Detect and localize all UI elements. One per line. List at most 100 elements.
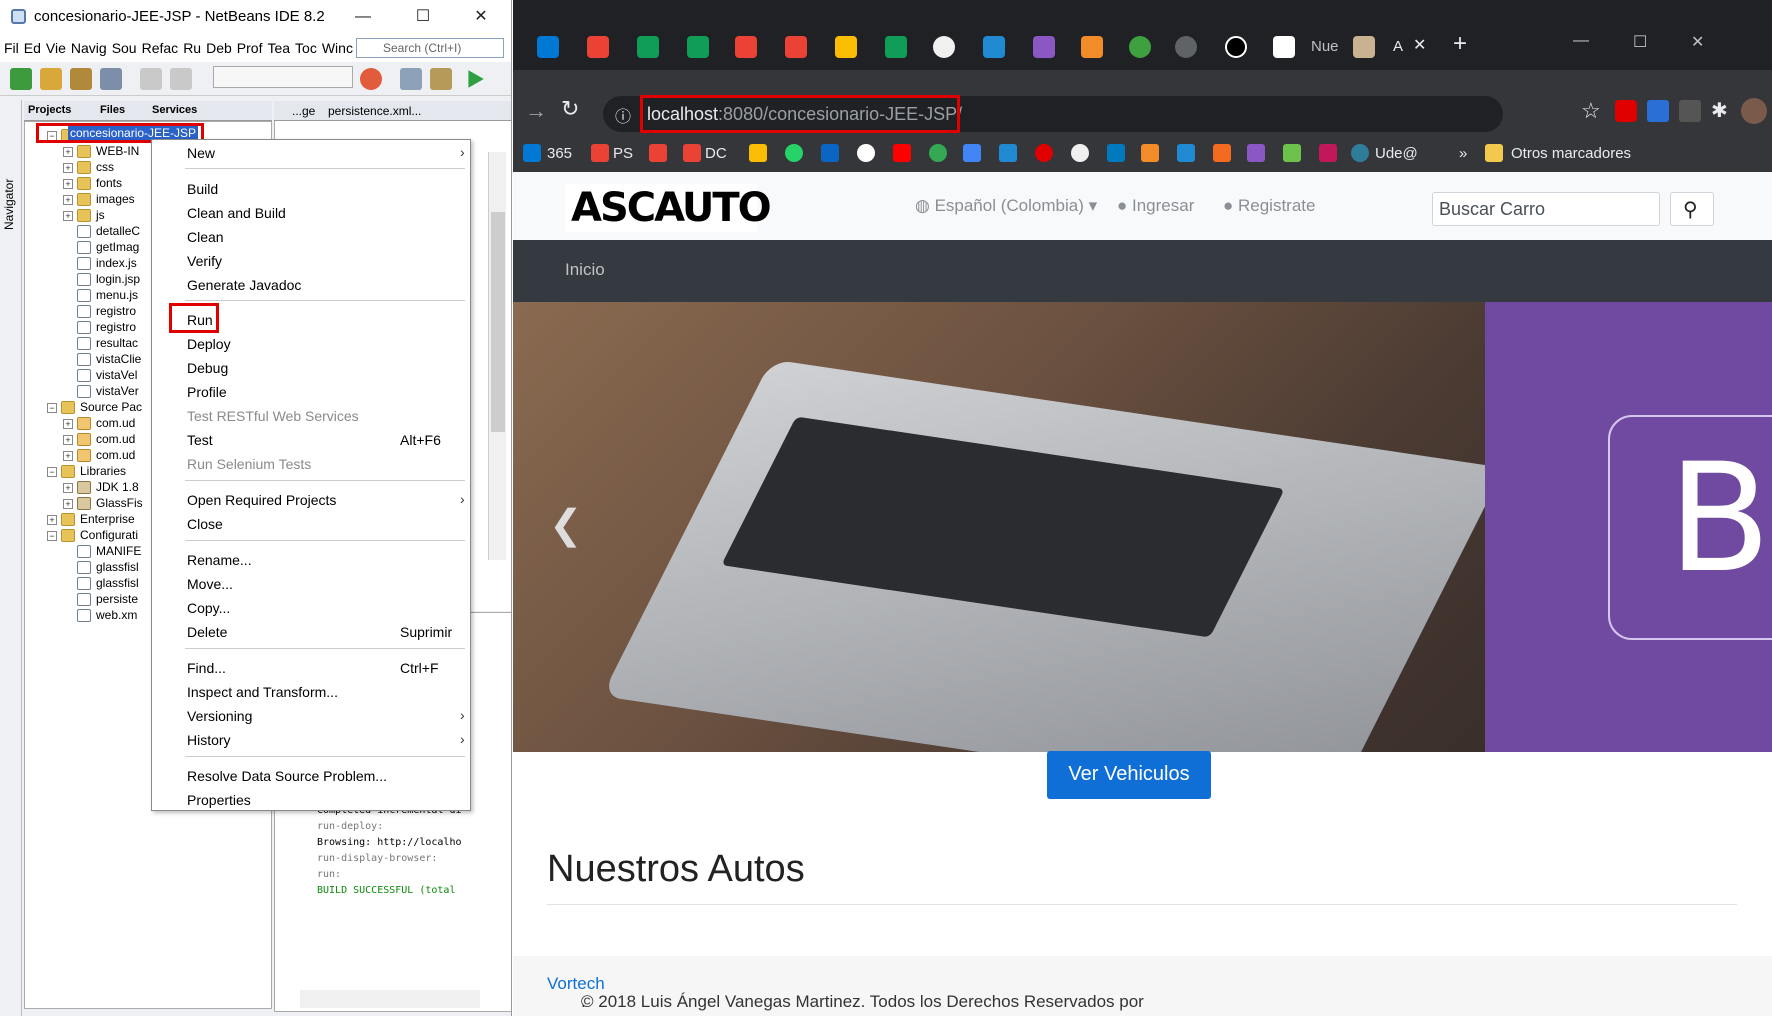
- nav-inicio[interactable]: Inicio: [565, 260, 605, 280]
- extension-selenium-icon[interactable]: [1679, 100, 1701, 122]
- menu-item[interactable]: Navig: [71, 40, 107, 56]
- tab-gmail-icon[interactable]: [587, 36, 609, 58]
- menu-item[interactable]: Prof: [237, 40, 263, 56]
- expand-icon[interactable]: +: [63, 418, 73, 429]
- menu-open-required[interactable]: Open Required Projects: [187, 488, 336, 512]
- menu-item[interactable]: Ru: [183, 40, 201, 56]
- tab-sheets-icon[interactable]: [885, 36, 907, 58]
- expand-icon[interactable]: −: [47, 530, 57, 541]
- new-tab-icon[interactable]: +: [1453, 30, 1467, 58]
- menu-clean[interactable]: Clean: [187, 225, 224, 249]
- undo-icon[interactable]: [140, 68, 162, 90]
- menu-clean-build[interactable]: Clean and Build: [187, 201, 286, 225]
- tab-gmail-icon[interactable]: [785, 36, 807, 58]
- expand-icon[interactable]: −: [47, 402, 57, 413]
- bookmark-php-icon[interactable]: [1213, 144, 1231, 162]
- bookmark-drive-icon[interactable]: [749, 144, 767, 162]
- bookmark-devops-icon[interactable]: [1177, 144, 1195, 162]
- menu-verify[interactable]: Verify: [187, 249, 222, 273]
- bookmark-pink-icon[interactable]: [1319, 144, 1337, 162]
- extensions-puzzle-icon[interactable]: ✱: [1711, 98, 1728, 123]
- extension-ui-icon[interactable]: [1647, 100, 1669, 122]
- expand-icon[interactable]: +: [63, 210, 73, 221]
- bookmark-gmail-icon[interactable]: [591, 144, 609, 162]
- profile-avatar[interactable]: [1741, 98, 1767, 124]
- menu-properties[interactable]: Properties: [187, 788, 251, 812]
- menu-rename[interactable]: Rename...: [187, 548, 252, 572]
- menu-item[interactable]: Sou: [112, 40, 137, 56]
- tab-app-icon[interactable]: [1273, 36, 1295, 58]
- expand-icon[interactable]: +: [47, 514, 57, 525]
- editor-scrollbar[interactable]: [488, 152, 506, 560]
- expand-icon[interactable]: −: [47, 466, 57, 477]
- run-project-icon[interactable]: [468, 70, 484, 88]
- language-dropdown[interactable]: ◍ Español (Colombia) ▾: [915, 196, 1097, 216]
- bookmark-green-icon[interactable]: [1283, 144, 1301, 162]
- expand-icon[interactable]: +: [63, 434, 73, 445]
- car-search-input[interactable]: Buscar Carro: [1432, 192, 1660, 226]
- menu-move[interactable]: Move...: [187, 572, 233, 596]
- close-button[interactable]: ✕: [456, 0, 506, 34]
- menu-build[interactable]: Build: [187, 177, 218, 201]
- bookmark-youtube-icon[interactable]: [893, 144, 911, 162]
- close-window-icon[interactable]: ✕: [1691, 32, 1704, 52]
- menu-debug[interactable]: Debug: [187, 356, 228, 380]
- clean-build-icon[interactable]: [430, 68, 452, 90]
- tab-services[interactable]: Services: [152, 104, 197, 116]
- expand-icon[interactable]: +: [63, 162, 73, 173]
- tab-title-nuev[interactable]: Nue: [1311, 38, 1339, 55]
- bookmark-google-icon[interactable]: [857, 144, 875, 162]
- expand-icon[interactable]: +: [63, 194, 73, 205]
- tab-dark-icon[interactable]: [1225, 36, 1247, 58]
- tab-gmail-icon[interactable]: [735, 36, 757, 58]
- tab-image-icon[interactable]: [1353, 36, 1375, 58]
- menu-profile[interactable]: Profile: [187, 380, 227, 404]
- editor-tab-persistence[interactable]: persistence.xml...: [328, 104, 421, 118]
- menu-new[interactable]: New: [187, 141, 215, 165]
- save-all-icon[interactable]: [100, 68, 122, 90]
- bookmarks-overflow[interactable]: »: [1459, 145, 1467, 162]
- bookmark-github-icon[interactable]: [1071, 144, 1089, 162]
- tab-github-icon[interactable]: [933, 36, 955, 58]
- configuration-select[interactable]: [213, 66, 353, 88]
- maximize-icon[interactable]: ☐: [1633, 32, 1647, 52]
- reload-icon[interactable]: ↻: [561, 96, 579, 122]
- tab-azure-icon[interactable]: [983, 36, 1005, 58]
- bookmark-whatsapp-icon[interactable]: [785, 144, 803, 162]
- bookmark-red-icon[interactable]: [1035, 144, 1053, 162]
- menu-deploy[interactable]: Deploy: [187, 332, 231, 356]
- menu-inspect[interactable]: Inspect and Transform...: [187, 680, 338, 704]
- bookmark-heroku-icon[interactable]: [1247, 144, 1265, 162]
- menu-resolve-datasource[interactable]: Resolve Data Source Problem...: [187, 764, 387, 788]
- bookmark-maps-icon[interactable]: [929, 144, 947, 162]
- bookmark-trello-icon[interactable]: [1107, 144, 1125, 162]
- expand-icon[interactable]: +: [63, 146, 73, 157]
- bookmark-package-icon[interactable]: [1141, 144, 1159, 162]
- expand-icon[interactable]: +: [63, 178, 73, 189]
- bookmark-gmail-icon[interactable]: [683, 144, 701, 162]
- bookmark-otros-marcadores[interactable]: Otros marcadores: [1511, 145, 1631, 162]
- minimize-button[interactable]: —: [338, 0, 388, 34]
- tab-files[interactable]: Files: [100, 104, 125, 116]
- footer-vortech-link[interactable]: Vortech: [547, 974, 605, 993]
- ver-vehiculos-button[interactable]: Ver Vehiculos: [1047, 751, 1211, 799]
- tab-drive-icon[interactable]: [835, 36, 857, 58]
- menu-versioning[interactable]: Versioning: [187, 704, 252, 728]
- forward-icon[interactable]: →: [525, 98, 547, 124]
- menu-test[interactable]: Test: [187, 428, 213, 452]
- menu-item[interactable]: Toc: [295, 40, 317, 56]
- tab-title-active[interactable]: A: [1393, 38, 1403, 55]
- output-horizontal-scrollbar[interactable]: [300, 990, 480, 1008]
- menu-close[interactable]: Close: [187, 512, 223, 536]
- menu-copy[interactable]: Copy...: [187, 596, 230, 620]
- menu-item[interactable]: Refac: [142, 40, 179, 56]
- bookmark-udea[interactable]: Ude@: [1375, 145, 1418, 162]
- bookmark-udea-icon[interactable]: [1351, 144, 1369, 162]
- tab-projects[interactable]: Projects: [28, 104, 71, 116]
- bookmark-gmail-icon[interactable]: [649, 144, 667, 162]
- menu-item[interactable]: Deb: [206, 40, 232, 56]
- quick-search-input[interactable]: Search (Ctrl+I): [356, 38, 504, 58]
- info-icon[interactable]: ⓘ: [615, 103, 631, 127]
- expand-icon[interactable]: +: [63, 450, 73, 461]
- tab-mongodb-icon[interactable]: [1129, 36, 1151, 58]
